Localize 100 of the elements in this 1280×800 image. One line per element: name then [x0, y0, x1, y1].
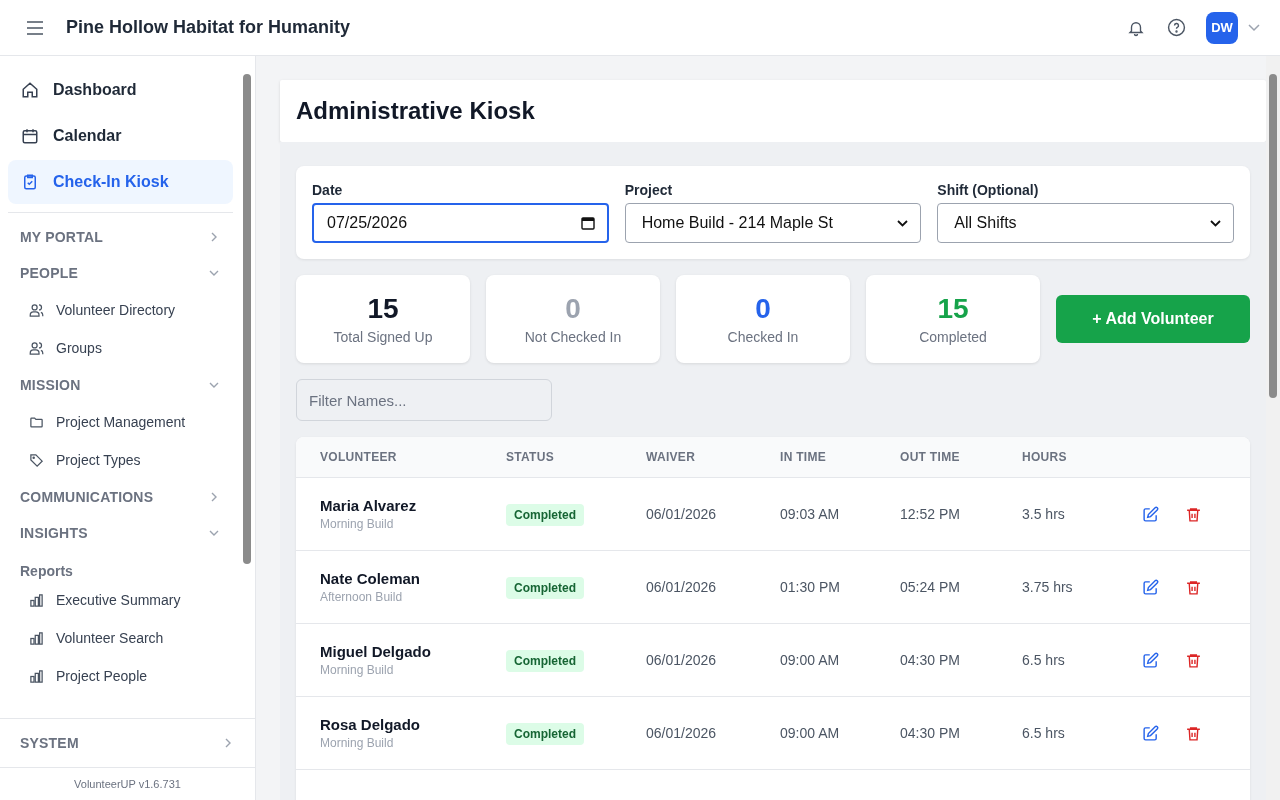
stat-value: 0 [565, 293, 581, 325]
volunteer-name: Rosa Delgado [320, 716, 422, 733]
status-badge: Completed [506, 577, 584, 599]
status-badge: Completed [506, 650, 584, 672]
stat-value: 0 [755, 293, 771, 325]
select-field[interactable]: Home Build - 214 Maple St [624, 203, 922, 243]
nav-subheading: Reports [19, 562, 74, 581]
calendar-icon [580, 216, 595, 230]
nav-item[interactable]: Project Management [8, 403, 233, 441]
chevron-right-icon [223, 738, 233, 748]
folder-icon [29, 414, 44, 430]
chevron-down-icon [897, 219, 909, 227]
nav-item[interactable]: Check-In Kiosk [8, 160, 233, 204]
version-text: VolunteerUP v1.6.731 [73, 777, 182, 792]
delete-icon[interactable] [1185, 724, 1202, 742]
field-label: Project [624, 182, 674, 198]
table-cell-text: 09:00 AM [780, 652, 841, 668]
table-cell-text: 09:00 AM [780, 725, 841, 741]
table-cell-text: 06/01/2026 [646, 579, 718, 595]
field-label: Shift (Optional) [937, 182, 1040, 198]
page-title: Administrative Kiosk [296, 97, 535, 125]
user-avatar[interactable]: DW [1206, 11, 1238, 44]
stat-value: 15 [367, 293, 399, 325]
stat-label: Total Signed Up [333, 329, 433, 345]
chevron-right-icon [209, 492, 219, 502]
bar-chart-icon [29, 668, 44, 684]
table-cell-text: 3.5 hrs [1022, 506, 1066, 522]
nav-section[interactable]: MY PORTAL [8, 219, 233, 255]
stat-label: Not Checked In [524, 329, 622, 345]
status-badge: Completed [506, 723, 584, 745]
tag-icon [29, 452, 44, 468]
chevron-down-icon [1210, 219, 1221, 227]
stat-value: 15 [937, 293, 969, 325]
edit-icon[interactable] [1142, 505, 1159, 523]
chevron-down-icon[interactable] [1248, 23, 1260, 32]
help-icon[interactable] [1167, 18, 1186, 37]
edit-icon[interactable] [1142, 724, 1159, 742]
delete-icon[interactable] [1185, 651, 1202, 669]
chevron-down-icon [209, 268, 219, 278]
nav-item[interactable]: Volunteer Search [8, 619, 233, 657]
calendar-icon [21, 127, 39, 145]
edit-icon[interactable] [1142, 651, 1159, 669]
column-header: IN TIME [780, 450, 828, 464]
home-icon [21, 81, 39, 99]
chevron-right-icon [209, 232, 219, 242]
column-header: OUT TIME [900, 450, 961, 464]
nav-section[interactable]: PEOPLE [8, 255, 233, 291]
nav-item[interactable]: Dashboard [8, 68, 233, 112]
nav-item[interactable]: Groups [8, 329, 233, 367]
column-header: STATUS [506, 450, 556, 464]
chevron-down-icon [209, 380, 219, 390]
nav-item[interactable]: Project People [8, 657, 233, 695]
app-title: Pine Hollow Habitat for Humanity [66, 17, 351, 38]
delete-icon[interactable] [1185, 505, 1202, 523]
shift-name: Morning Build [320, 517, 395, 531]
delete-icon[interactable] [1185, 578, 1202, 596]
table-cell-text: 12:52 PM [900, 506, 961, 522]
table-cell-text: 06/01/2026 [646, 652, 718, 668]
edit-icon[interactable] [1142, 578, 1159, 596]
nav-item[interactable]: Calendar [8, 114, 233, 158]
scrollbar[interactable] [1266, 56, 1280, 800]
users-icon [29, 340, 44, 356]
volunteer-name: Nate Coleman [320, 570, 422, 587]
table-cell-text: 09:03 AM [780, 506, 841, 522]
table-cell-text: 6.5 hrs [1022, 725, 1066, 741]
nav-item[interactable]: Project Types [8, 441, 233, 479]
table-cell-text: 04:30 PM [900, 652, 961, 668]
shift-name: Morning Build [320, 736, 395, 750]
users-icon [29, 302, 44, 318]
volunteer-name: Maria Alvarez [320, 497, 418, 514]
table-cell-text: 06/01/2026 [646, 506, 718, 522]
table-cell-text: 3.75 hrs [1022, 579, 1074, 595]
stat-label: Completed [919, 329, 987, 345]
nav-section[interactable]: MISSION [8, 367, 233, 403]
table-cell-text: 01:30 PM [780, 579, 841, 595]
clipboard-icon [21, 173, 39, 191]
column-header: VOLUNTEER [320, 450, 398, 464]
menu-icon[interactable] [26, 20, 44, 35]
nav-section[interactable]: SYSTEM [0, 719, 255, 768]
nav-item[interactable]: Volunteer Directory [8, 291, 233, 329]
nav-section[interactable]: INSIGHTS [8, 515, 233, 551]
bar-chart-icon [29, 592, 44, 608]
date-field[interactable]: 07/25/2026 [312, 203, 609, 243]
nav-section[interactable]: COMMUNICATIONS [8, 479, 233, 515]
table-cell-text: 05:24 PM [900, 579, 961, 595]
nav-item[interactable]: Executive Summary [8, 581, 233, 619]
field-label: Date [312, 182, 344, 198]
table-cell-text: 06/01/2026 [646, 725, 718, 741]
stat-label: Checked In [727, 329, 799, 345]
column-header: HOURS [1022, 450, 1068, 464]
select-field[interactable]: All Shifts [937, 203, 1234, 243]
shift-name: Afternoon Build [320, 590, 404, 604]
table-cell-text: 04:30 PM [900, 725, 961, 741]
bar-chart-icon [29, 630, 44, 646]
shift-name: Morning Build [320, 663, 395, 677]
chevron-down-icon [209, 528, 219, 538]
filter-names-field[interactable]: Filter Names... [296, 379, 552, 421]
status-badge: Completed [506, 504, 584, 526]
table-cell-text: 6.5 hrs [1022, 652, 1066, 668]
volunteer-name: Miguel Delgado [320, 643, 432, 660]
